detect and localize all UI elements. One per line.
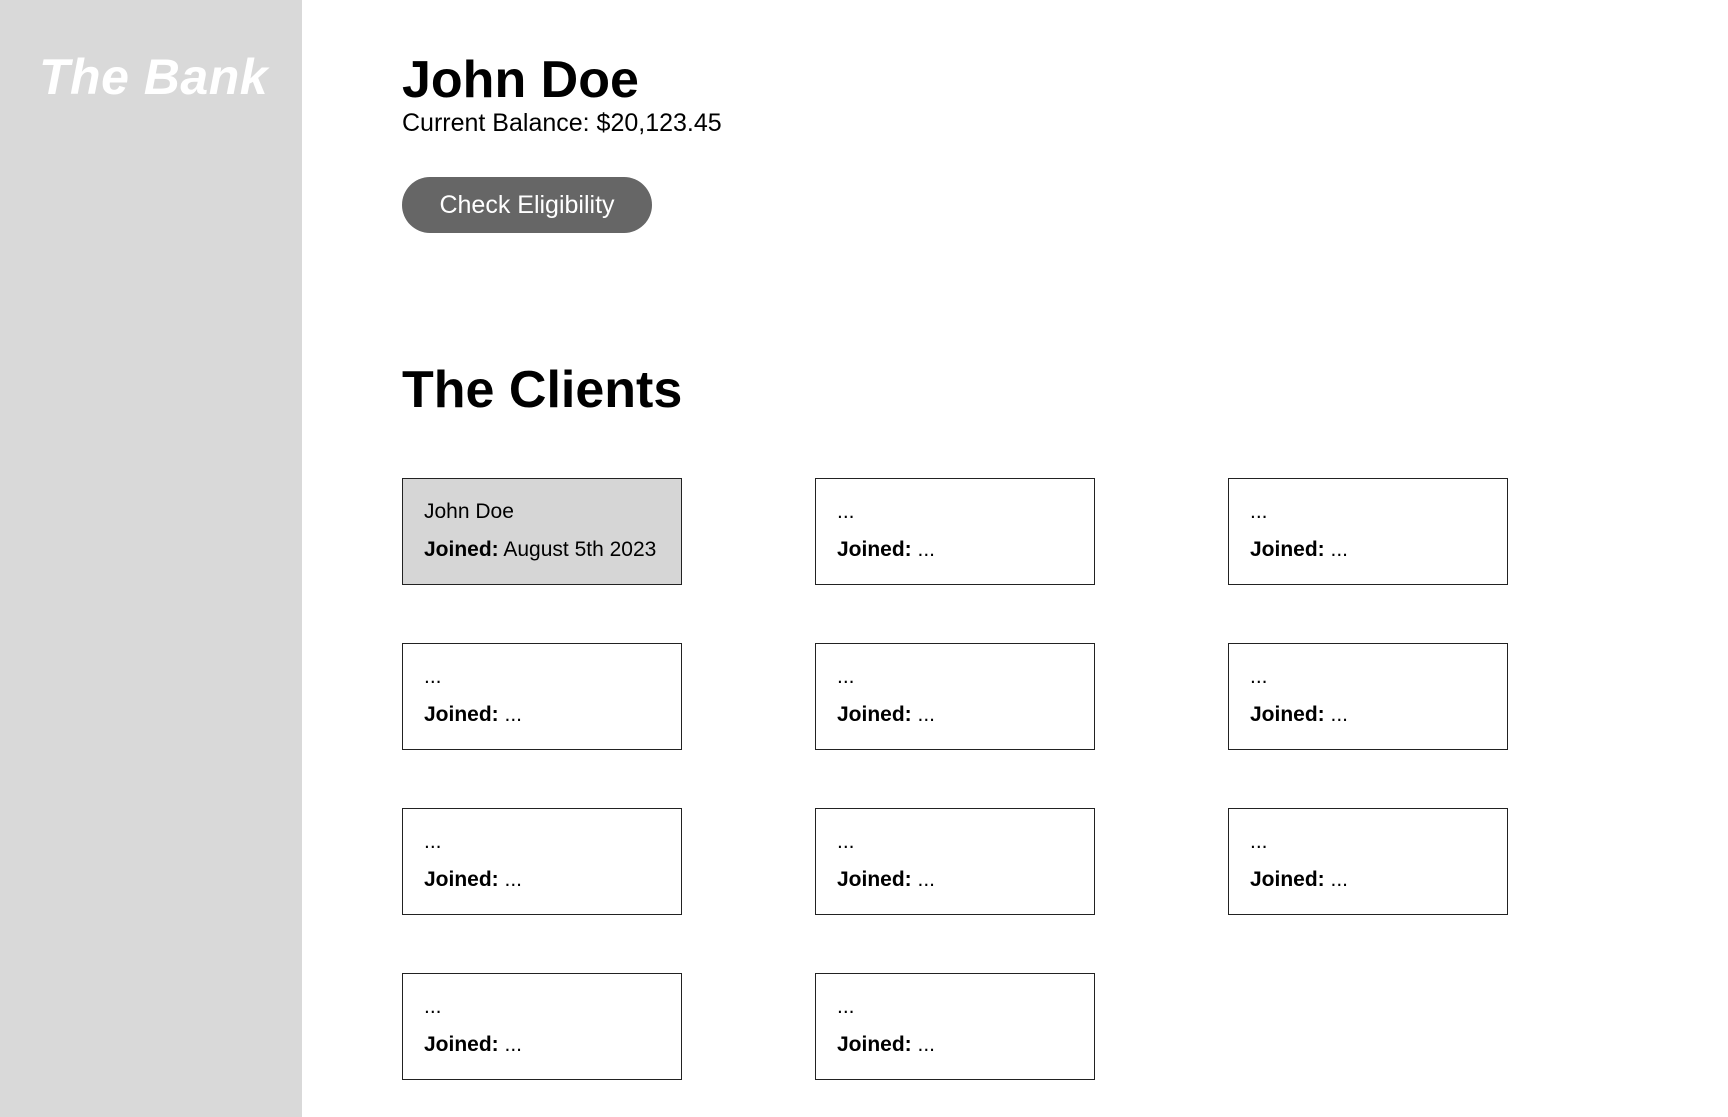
account-holder-name: John Doe	[402, 51, 639, 109]
joined-label: Joined:	[1250, 703, 1325, 726]
client-name: ...	[837, 665, 855, 688]
joined-date: ...	[917, 1033, 936, 1056]
joined-label: Joined:	[1250, 538, 1325, 561]
client-card[interactable]: John Doe Joined: August 5th 2023	[402, 478, 682, 585]
joined-label: Joined:	[424, 538, 499, 561]
joined-label: Joined:	[837, 703, 912, 726]
client-name: John Doe	[424, 500, 514, 523]
joined-date: ...	[917, 703, 936, 726]
client-name: ...	[424, 830, 442, 853]
client-joined: Joined: ...	[837, 702, 1074, 728]
joined-date: ...	[917, 538, 936, 561]
client-joined: Joined: ...	[424, 867, 661, 893]
current-balance: Current Balance: $20,123.45	[402, 109, 722, 137]
client-name: ...	[424, 665, 442, 688]
joined-date: ...	[917, 868, 936, 891]
main-content: John Doe Current Balance: $20,123.45 Che…	[402, 0, 1702, 1117]
clients-grid: John Doe Joined: August 5th 2023... Joined…	[402, 478, 1513, 1080]
joined-label: Joined:	[424, 703, 499, 726]
joined-date: ...	[504, 868, 523, 891]
client-joined: Joined: ...	[837, 537, 1074, 563]
client-name: ...	[1250, 830, 1268, 853]
client-card[interactable]: ... Joined: ...	[1228, 808, 1508, 915]
client-joined: Joined: ...	[837, 1032, 1074, 1058]
joined-date: ...	[504, 703, 523, 726]
client-joined: Joined: ...	[1250, 702, 1487, 728]
client-name: ...	[1250, 665, 1268, 688]
joined-date: ...	[1330, 703, 1349, 726]
client-joined: Joined: ...	[1250, 537, 1487, 563]
client-name: ...	[837, 830, 855, 853]
client-name: ...	[424, 995, 442, 1018]
client-joined: Joined: ...	[837, 867, 1074, 893]
client-card[interactable]: ... Joined: ...	[1228, 478, 1508, 585]
joined-date: ...	[1330, 868, 1349, 891]
brand-logo-text[interactable]: The Bank	[39, 48, 268, 106]
client-name: ...	[837, 500, 855, 523]
check-eligibility-button[interactable]: Check Eligibility	[402, 177, 652, 233]
joined-label: Joined:	[424, 868, 499, 891]
joined-label: Joined:	[1250, 868, 1325, 891]
client-card[interactable]: ... Joined: ...	[1228, 643, 1508, 750]
joined-label: Joined:	[837, 538, 912, 561]
client-card[interactable]: ... Joined: ...	[402, 973, 682, 1080]
joined-date: ...	[1330, 538, 1349, 561]
joined-label: Joined:	[837, 868, 912, 891]
joined-date: ...	[504, 1033, 523, 1056]
joined-date: August 5th 2023	[503, 538, 657, 561]
clients-heading: The Clients	[402, 361, 683, 419]
client-card[interactable]: ... Joined: ...	[815, 808, 1095, 915]
joined-label: Joined:	[424, 1033, 499, 1056]
client-joined: Joined: ...	[1250, 867, 1487, 893]
client-card[interactable]: ... Joined: ...	[815, 973, 1095, 1080]
client-card[interactable]: ... Joined: ...	[402, 643, 682, 750]
client-joined: Joined: August 5th 2023	[424, 537, 661, 563]
client-card[interactable]: ... Joined: ...	[402, 808, 682, 915]
joined-label: Joined:	[837, 1033, 912, 1056]
client-name: ...	[837, 995, 855, 1018]
client-joined: Joined: ...	[424, 1032, 661, 1058]
sidebar: The Bank	[0, 0, 302, 1117]
client-card[interactable]: ... Joined: ...	[815, 478, 1095, 585]
client-card[interactable]: ... Joined: ...	[815, 643, 1095, 750]
client-name: ...	[1250, 500, 1268, 523]
client-joined: Joined: ...	[424, 702, 661, 728]
